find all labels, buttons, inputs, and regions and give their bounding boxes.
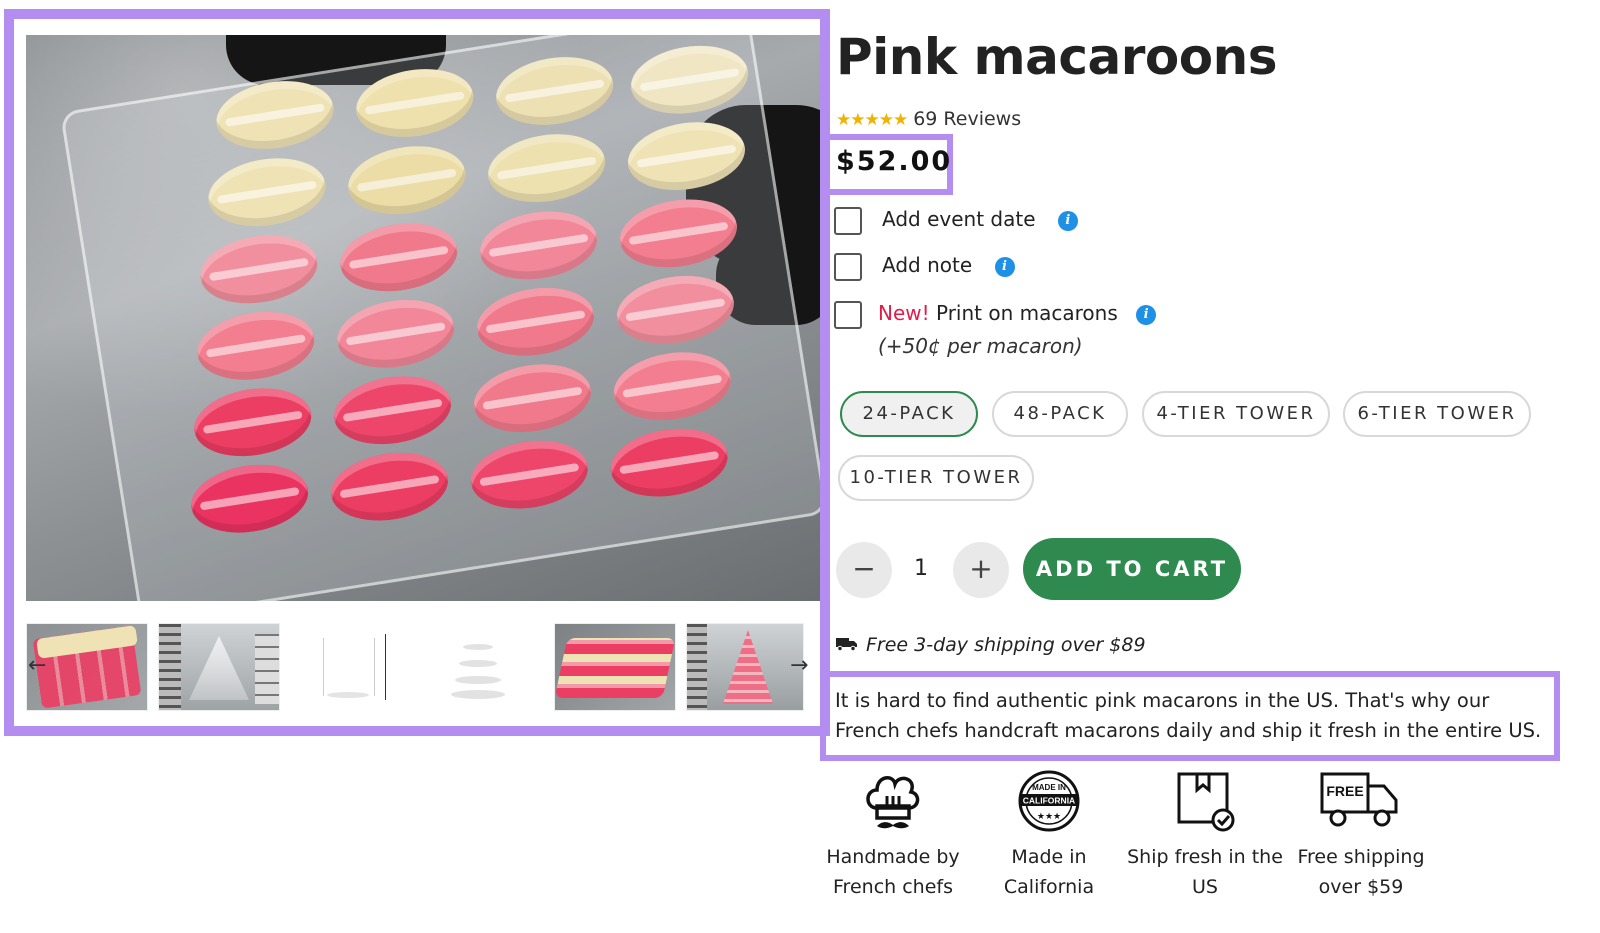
feature-free-shipping: FREE Free shipping over $59 [1281, 770, 1441, 902]
thumbnail-strip: ← → [26, 623, 820, 717]
event-date-checkbox[interactable] [834, 207, 862, 235]
macaron [611, 267, 739, 352]
truck-icon [836, 638, 857, 651]
pack-option-48[interactable]: 48-PACK [992, 391, 1128, 437]
review-count: 69 Reviews [913, 108, 1022, 130]
macaron [483, 126, 611, 210]
next-arrow-icon[interactable]: → [790, 653, 808, 678]
macaron [195, 227, 323, 312]
thumbnail-macaron-rows[interactable] [554, 623, 676, 711]
main-product-image[interactable] [26, 35, 820, 601]
previous-arrow-icon[interactable]: ← [28, 653, 46, 678]
macaron [192, 304, 320, 388]
info-icon[interactable]: i [1057, 211, 1078, 231]
option-label-wrap: Add note i [882, 253, 1015, 277]
feature-ship-fresh: Ship fresh in the US [1125, 770, 1285, 902]
feature-made-in-california: MADE IN CALIFORNIA ★★★ Made in Californi… [969, 770, 1129, 902]
quantity-decrease-button[interactable]: − [836, 542, 892, 598]
option-label-wrap: Add event date i [882, 207, 1078, 231]
add-to-cart-button[interactable]: ADD TO CART [1023, 538, 1241, 600]
svg-text:★★★: ★★★ [1037, 812, 1061, 822]
shipping-note: Free 3-day shipping over $89 [836, 634, 1146, 656]
feature-label: Handmade by French chefs [826, 846, 960, 898]
macaron [475, 203, 603, 288]
macaron [326, 444, 453, 529]
quantity-value[interactable]: 1 [914, 556, 928, 581]
macaron [491, 49, 619, 133]
product-gallery: ← → [4, 9, 830, 736]
shipping-text: Free 3-day shipping over $89 [866, 634, 1146, 656]
macaron [203, 150, 331, 235]
pack-option-24[interactable]: 24-PACK [840, 391, 978, 437]
event-date-label: Add event date [882, 207, 1036, 231]
print-price-note: (+50¢ per macaron) [878, 334, 1083, 358]
macaron [343, 138, 471, 223]
product-title: Pink macaroons [836, 28, 1277, 86]
add-note-checkbox[interactable] [834, 253, 862, 281]
macaron [186, 456, 314, 541]
macaron [335, 215, 463, 300]
thumbnail-macaron-tower[interactable] [686, 623, 804, 711]
info-icon[interactable]: i [1136, 305, 1157, 325]
option-add-note[interactable]: Add note i [834, 253, 1034, 285]
chef-hat-icon [866, 776, 920, 829]
badge-free-text: FREE [1326, 783, 1363, 799]
add-note-label: Add note [882, 253, 973, 277]
feature-handmade: Handmade by French chefs [813, 770, 973, 902]
feature-label: Free shipping over $59 [1297, 846, 1425, 898]
box-check-icon [1177, 772, 1235, 832]
thumbnail-tower-diagram[interactable] [290, 623, 412, 711]
quantity-increase-button[interactable]: + [953, 542, 1009, 598]
macaron [605, 420, 733, 505]
macaron-tray [59, 35, 820, 601]
macaron [329, 368, 457, 453]
option-label-wrap: New! Print on macarons i [878, 301, 1157, 325]
macaron [332, 291, 460, 376]
print-checkbox[interactable] [834, 301, 862, 329]
macaron [189, 380, 317, 465]
new-badge: New! [878, 301, 930, 325]
option-print-on-macarons[interactable]: New! Print on macarons i [834, 301, 1157, 333]
macaron [351, 61, 479, 145]
feature-label: Ship fresh in the US [1127, 846, 1283, 898]
print-label: Print on macarons [936, 301, 1118, 325]
macaron [468, 356, 596, 441]
option-event-date[interactable]: Add event date i [834, 207, 1094, 239]
info-icon[interactable]: i [994, 257, 1015, 277]
product-description: It is hard to find authentic pink macaro… [835, 689, 1542, 742]
thumbnail-tier-diagram[interactable] [422, 623, 544, 711]
free-shipping-truck-icon: FREE [1320, 772, 1398, 827]
made-in-california-badge-icon: MADE IN CALIFORNIA ★★★ [1018, 770, 1080, 832]
thumbnail-glass-tower[interactable] [158, 623, 280, 711]
macaron [626, 37, 753, 122]
pack-option-6-tier[interactable]: 6-TIER TOWER [1343, 391, 1531, 437]
macaron [614, 191, 742, 276]
pack-option-10-tier[interactable]: 10-TIER TOWER [838, 455, 1034, 501]
pack-option-4-tier[interactable]: 4-TIER TOWER [1142, 391, 1330, 437]
macaron [608, 344, 736, 429]
macaron [623, 114, 750, 198]
macaron [465, 432, 593, 517]
macaron [211, 73, 339, 157]
macaron [472, 279, 599, 364]
rating-summary[interactable]: ★★★★★ 69 Reviews [836, 108, 1021, 130]
feature-label: Made in California [1003, 846, 1095, 898]
badge-state-text: CALIFORNIA [1023, 796, 1075, 806]
product-price: $52.00 [836, 146, 953, 177]
star-rating-icon: ★★★★★ [836, 110, 908, 130]
badge-made-text: MADE IN [1032, 783, 1066, 792]
